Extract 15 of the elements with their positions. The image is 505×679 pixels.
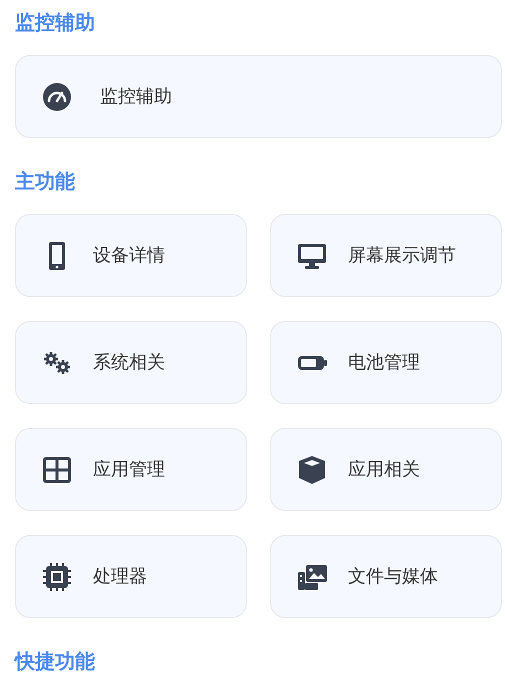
chip-icon xyxy=(41,560,73,592)
feature-tile[interactable]: 处理器 xyxy=(15,535,247,618)
feature-tile[interactable]: 应用管理 xyxy=(15,428,247,511)
feature-tile[interactable]: 设备详情 xyxy=(15,214,247,297)
gauge-icon xyxy=(41,80,73,112)
section-title: 监控辅助 xyxy=(15,9,95,35)
feature-tile[interactable]: 监控辅助 xyxy=(15,55,502,138)
feature-tile[interactable]: 电池管理 xyxy=(270,321,502,404)
cube-icon xyxy=(296,454,328,486)
section-title: 主功能 xyxy=(15,168,75,194)
section-title: 快捷功能 xyxy=(15,648,95,674)
feature-tile[interactable]: 系统相关 xyxy=(15,321,247,404)
feature-tile[interactable]: 文件与媒体 xyxy=(270,535,502,618)
feature-tile[interactable]: 应用相关 xyxy=(270,428,502,511)
feature-tile[interactable]: 屏幕展示调节 xyxy=(270,214,502,297)
